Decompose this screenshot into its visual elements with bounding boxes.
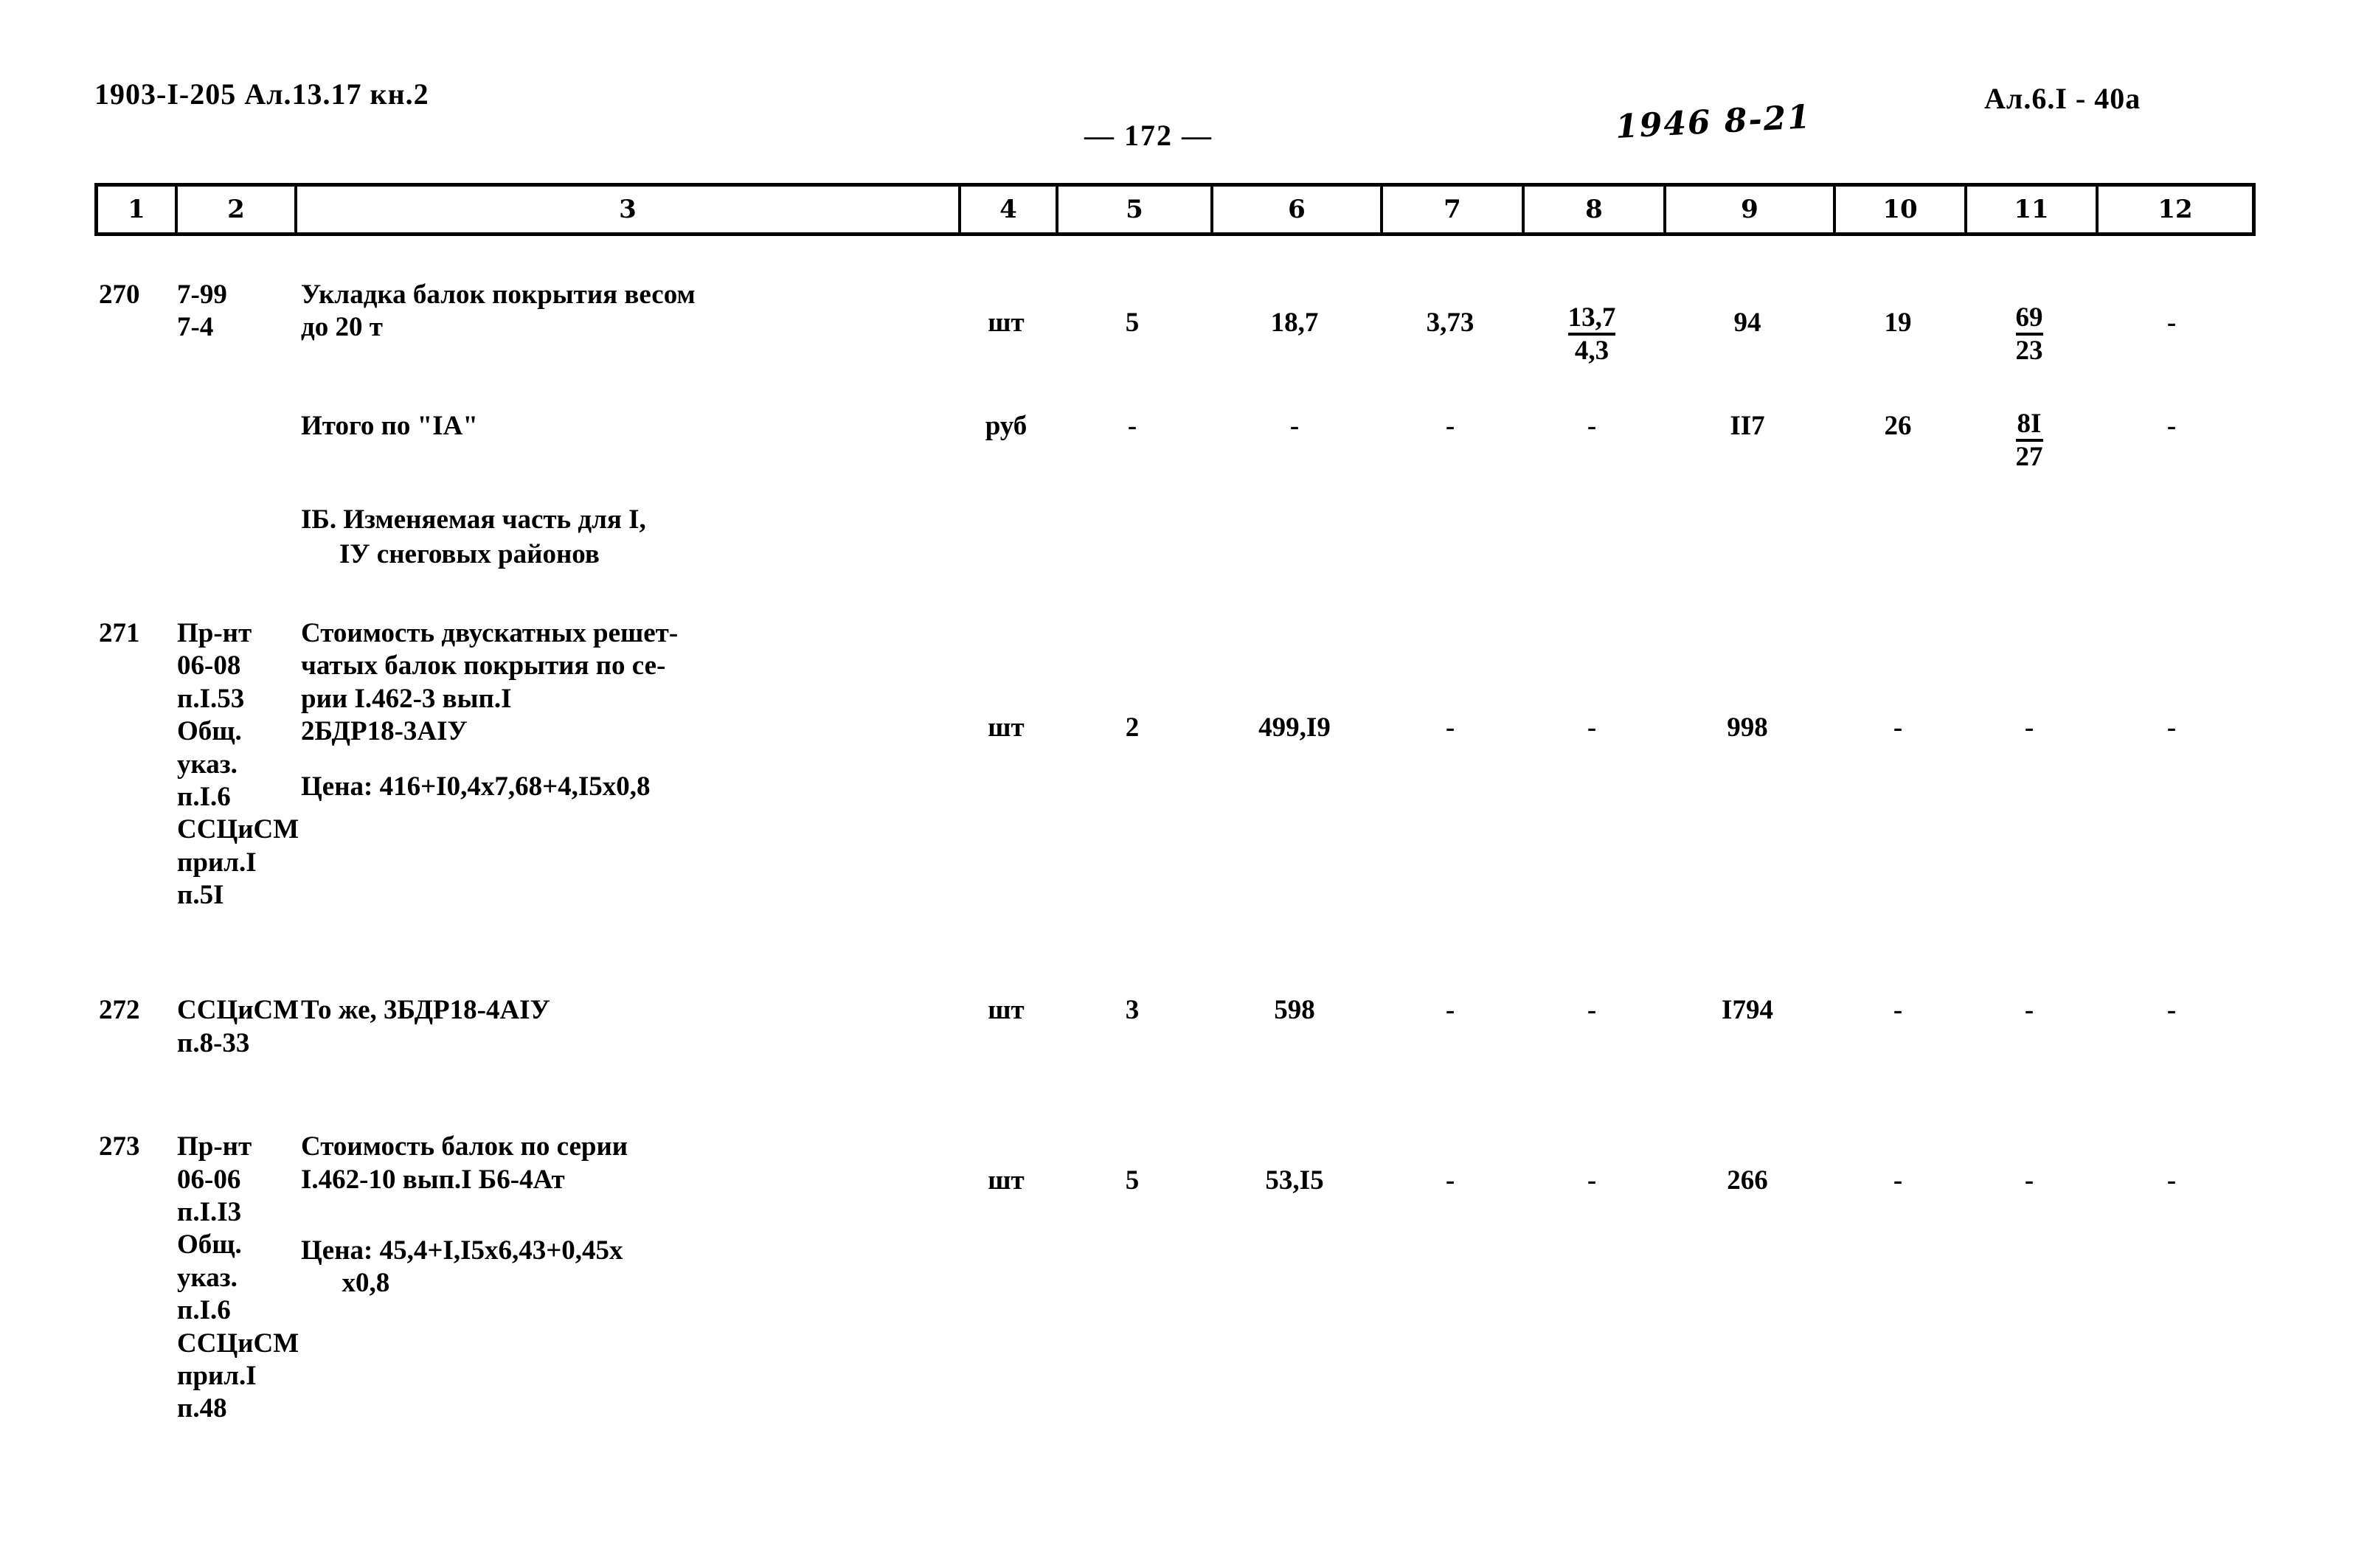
total-col11-numerator: 8I — [2017, 409, 2042, 440]
row-col7: - — [1445, 1165, 1455, 1196]
row-description: Стоимость балок по серии I.462-10 вып.I … — [294, 1131, 957, 1300]
row-col5: 5 — [1125, 308, 1140, 338]
total-row-unit: руб — [985, 411, 1028, 442]
row-col9: 94 — [1733, 308, 1761, 338]
total-row-col12: - — [2166, 411, 2177, 442]
row-description: Стоимость двускатных решет- чатых балок … — [294, 617, 957, 803]
row-col8-denominator: 4,3 — [1567, 332, 1616, 366]
row-reference: ССЦиСМ п.8-33 — [177, 995, 299, 1058]
section-heading-line2: IУ снеговых районов — [339, 538, 600, 569]
row-reference: Пр-нт 06-08 п.I.53 Общ. указ. п.I.6 ССЦи… — [177, 617, 299, 911]
table-column-header-row: 1 2 3 4 5 6 7 8 9 10 11 12 — [94, 183, 2256, 236]
section-heading-line1: IБ. Изменяемая часть для I, — [301, 504, 646, 535]
row-col11-fraction: 69 23 — [1964, 279, 2095, 367]
row-col7: 3,73 — [1426, 308, 1474, 338]
section-heading-row: IБ. Изменяемая часть для I, IУ снеговых … — [94, 503, 2256, 572]
table-row: 270 7-99 7-4 Укладка балок покрытия весо… — [94, 279, 2256, 367]
total-row-col7: - — [1445, 411, 1455, 442]
row-col11-denominator: 23 — [2015, 332, 2043, 366]
row-description-main: Стоимость балок по серии I.462-10 вып.I … — [301, 1131, 628, 1195]
total-row-col10: 26 — [1884, 411, 1912, 442]
row-col8: - — [1587, 712, 1597, 743]
row-price-formula: Цена: 45,4+I,I5x6,43+0,45x x0,8 — [301, 1235, 623, 1299]
table-row: 271 Пр-нт 06-08 п.I.53 Общ. указ. п.I.6 … — [94, 617, 2256, 912]
row-reference: Пр-нт 06-06 п.I.I3 Общ. указ. п.I.6 ССЦи… — [177, 1131, 299, 1424]
total-col11-denominator: 27 — [2015, 439, 2043, 472]
total-row-col5: - — [1127, 411, 1137, 442]
row-col6: 598 — [1274, 995, 1315, 1026]
row-col10: - — [1893, 995, 1903, 1026]
row-col8: - — [1587, 1165, 1597, 1196]
row-unit: шт — [988, 308, 1025, 338]
row-col9: 266 — [1727, 1165, 1768, 1196]
column-header-11: 11 — [1967, 187, 2099, 232]
column-header-3: 3 — [297, 187, 961, 232]
row-col10: - — [1893, 1165, 1903, 1196]
table-row-total: Итого по "IА" руб - - - - II7 26 8I 27 - — [94, 409, 2256, 473]
row-col11: - — [2024, 712, 2034, 743]
row-number: 271 — [99, 617, 140, 648]
document-code-header: 1903-I-205 Ал.13.17 кн.2 — [94, 77, 429, 111]
column-header-2: 2 — [178, 187, 297, 232]
column-header-9: 9 — [1666, 187, 1836, 232]
row-col8-numerator: 13,7 — [1567, 302, 1616, 333]
row-description: То же, 3БДР18-4АIУ — [301, 995, 550, 1026]
column-header-12: 12 — [2158, 195, 2193, 224]
row-number: 272 — [99, 995, 140, 1026]
row-col10: 19 — [1884, 308, 1912, 338]
row-col7: - — [1445, 995, 1455, 1026]
section-heading: IБ. Изменяемая часть для I, IУ снеговых … — [294, 503, 957, 572]
row-col11: - — [2024, 995, 2034, 1026]
row-col8-fraction: 13,7 4,3 — [1521, 279, 1663, 367]
row-col7: - — [1445, 712, 1455, 743]
table-body: 270 7-99 7-4 Укладка балок покрытия весо… — [94, 243, 2256, 1426]
row-col12: - — [2166, 995, 2177, 1026]
row-col11-numerator: 69 — [2015, 302, 2043, 333]
total-row-col6: - — [1289, 411, 1300, 442]
column-header-7: 7 — [1383, 187, 1525, 232]
row-col10: - — [1893, 712, 1903, 743]
row-description: Укладка балок покрытия весом до 20 т — [301, 280, 696, 343]
row-col9: I794 — [1722, 995, 1773, 1026]
table-row: 272 ССЦиСМ п.8-33 То же, 3БДР18-4АIУ шт … — [94, 994, 2256, 1060]
page-number: — 172 — — [1084, 119, 1213, 152]
row-col12: - — [2166, 712, 2177, 743]
row-col6: 53,I5 — [1265, 1165, 1324, 1196]
row-unit: шт — [988, 712, 1025, 743]
column-header-6: 6 — [1213, 187, 1383, 232]
row-col6: 18,7 — [1270, 308, 1319, 338]
total-row-label: Итого по "IА" — [301, 411, 478, 442]
column-header-8: 8 — [1525, 187, 1666, 232]
row-col6: 499,I9 — [1258, 712, 1331, 743]
row-col11: - — [2024, 1165, 2034, 1196]
row-price-formula: Цена: 416+I0,4x7,68+4,I5x0,8 — [301, 771, 651, 802]
scanned-document-page: 1903-I-205 Ал.13.17 кн.2 — 172 — 1946 8-… — [0, 0, 2353, 1568]
table-row: 273 Пр-нт 06-06 п.I.I3 Общ. указ. п.I.6 … — [94, 1131, 2256, 1426]
row-col5: 2 — [1125, 712, 1140, 743]
row-col9: 998 — [1727, 712, 1768, 743]
row-reference: 7-99 7-4 — [177, 280, 227, 343]
total-row-col8: - — [1587, 411, 1597, 442]
row-unit: шт — [988, 995, 1025, 1026]
column-header-5: 5 — [1058, 187, 1213, 232]
sheet-code-header: Ал.6.I - 40а — [1984, 82, 2141, 115]
row-description-main: Стоимость двускатных решет- чатых балок … — [301, 617, 679, 747]
row-number: 270 — [99, 280, 140, 310]
row-unit: шт — [988, 1165, 1025, 1196]
row-number: 273 — [99, 1131, 140, 1162]
row-col8: - — [1587, 995, 1597, 1026]
column-header-10: 10 — [1836, 187, 1967, 232]
total-row-col11-fraction: 8I 27 — [1964, 409, 2095, 473]
row-col5: 3 — [1125, 995, 1140, 1026]
handwritten-annotation: 1946 8-21 — [1614, 98, 1813, 146]
column-header-4: 4 — [961, 187, 1058, 232]
row-col12: - — [2166, 308, 2177, 338]
total-row-col9: II7 — [1730, 411, 1765, 442]
column-header-1: 1 — [98, 187, 178, 232]
row-col12: - — [2166, 1165, 2177, 1196]
row-col5: 5 — [1125, 1165, 1140, 1196]
